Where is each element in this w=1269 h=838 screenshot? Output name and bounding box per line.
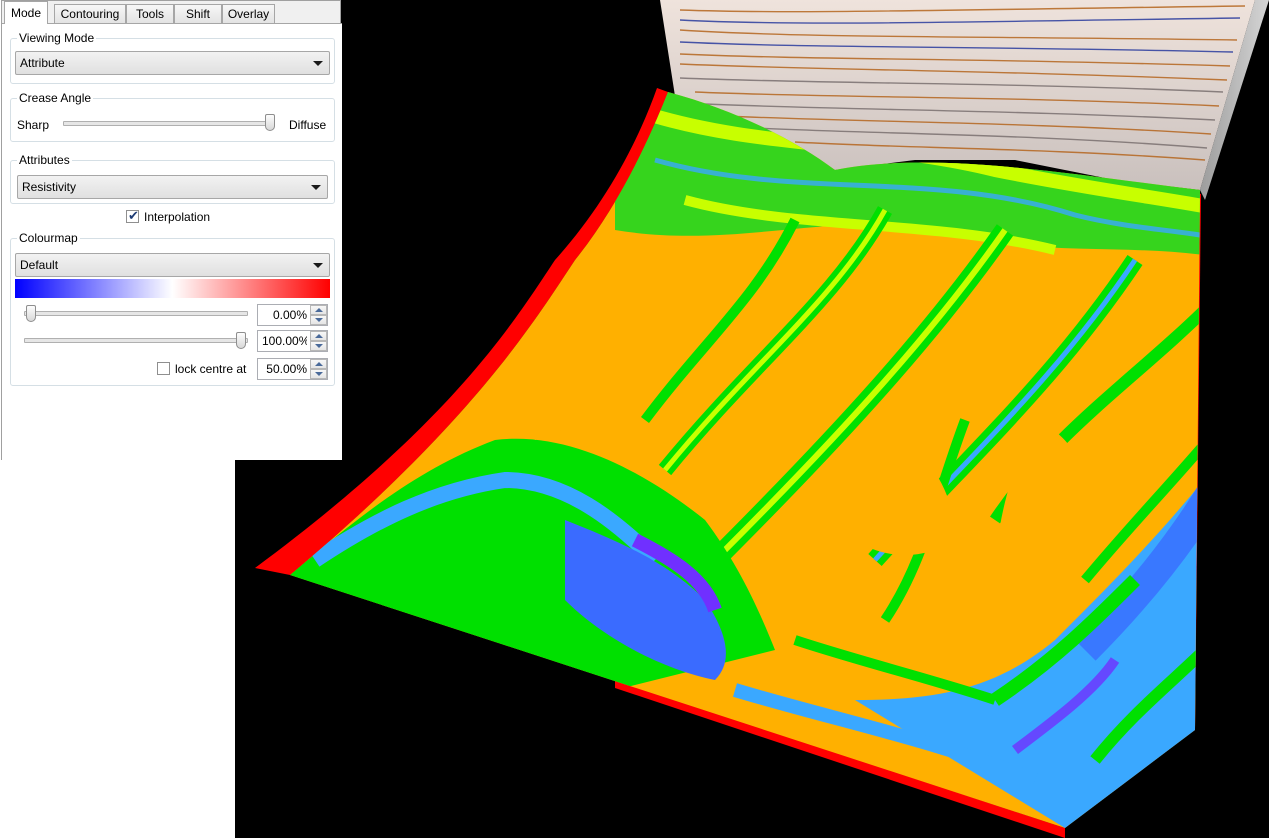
interpolation-label: Interpolation <box>144 210 211 224</box>
mode-panel: Mode Contouring Tools Shift Overlay View… <box>1 0 342 460</box>
attributes-group: Attributes Resistivity <box>10 152 335 204</box>
colourmap-max-slider-track[interactable] <box>24 338 248 343</box>
interpolation-checkbox[interactable]: ✔ <box>126 208 139 223</box>
colourmap-max-spinbox[interactable]: 100.00% <box>257 330 328 352</box>
spin-down-button[interactable] <box>310 341 327 351</box>
colourmap-min-slider-track[interactable] <box>24 311 248 316</box>
mode-tab-page: Viewing Mode Attribute Crease Angle Shar… <box>2 23 342 460</box>
crease-diffuse-label: Diffuse <box>289 118 327 132</box>
spin-down-button[interactable] <box>310 315 327 325</box>
lock-centre-label: lock centre at <box>175 362 247 376</box>
viewing-mode-combo[interactable]: Attribute <box>15 51 330 75</box>
tab-tools[interactable]: Tools <box>126 4 174 23</box>
tab-contouring[interactable]: Contouring <box>54 4 126 23</box>
attributes-title: Attributes <box>17 152 72 168</box>
arrow-up-icon <box>315 334 323 338</box>
crease-angle-slider-track[interactable] <box>63 121 273 126</box>
arrow-down-icon <box>315 344 323 348</box>
lock-centre-value: 50.00% <box>266 362 307 376</box>
colourmap-min-slider-handle[interactable] <box>26 305 36 322</box>
tab-overlay[interactable]: Overlay <box>222 4 275 23</box>
colourmap-value: Default <box>20 258 59 272</box>
colourmap-min-spinbox[interactable]: 0.00% <box>257 304 328 326</box>
viewing-mode-group: Viewing Mode Attribute <box>10 30 335 84</box>
crease-angle-slider-handle[interactable] <box>265 114 275 131</box>
viewing-mode-title: Viewing Mode <box>17 30 97 46</box>
attributes-value: Resistivity <box>22 180 77 194</box>
chevron-down-icon <box>313 61 323 66</box>
tab-bar: Mode Contouring Tools Shift Overlay <box>2 1 340 24</box>
lock-centre-checkbox[interactable] <box>157 362 170 375</box>
colourmap-max-slider-handle[interactable] <box>236 332 246 349</box>
arrow-down-icon <box>315 318 323 322</box>
tab-mode[interactable]: Mode <box>4 1 48 24</box>
arrow-up-icon <box>315 308 323 312</box>
3d-viewport[interactable] <box>235 0 1269 838</box>
chevron-down-icon <box>313 263 323 268</box>
spin-up-button[interactable] <box>310 305 327 315</box>
crease-angle-group: Crease Angle Sharp Diffuse <box>10 90 335 142</box>
spin-up-button[interactable] <box>310 331 327 341</box>
colourmap-gradient-bar <box>15 279 330 298</box>
spin-down-button[interactable] <box>310 369 327 379</box>
colourmap-min-value: 0.00% <box>272 308 307 322</box>
arrow-up-icon <box>315 362 323 366</box>
colourmap-max-value: 100.00% <box>262 334 307 348</box>
crease-angle-title: Crease Angle <box>17 90 94 106</box>
arrow-down-icon <box>315 372 323 376</box>
checkmark-icon: ✔ <box>128 208 139 223</box>
tab-shift[interactable]: Shift <box>174 4 222 23</box>
surface-render <box>255 0 1269 838</box>
colourmap-combo[interactable]: Default <box>15 253 330 277</box>
viewing-mode-value: Attribute <box>20 56 65 70</box>
crease-sharp-label: Sharp <box>17 118 50 132</box>
lock-centre-spinbox[interactable]: 50.00% <box>257 358 328 380</box>
chevron-down-icon <box>311 185 321 190</box>
attributes-combo[interactable]: Resistivity <box>17 175 328 199</box>
colourmap-title: Colourmap <box>17 230 80 246</box>
spin-up-button[interactable] <box>310 359 327 369</box>
